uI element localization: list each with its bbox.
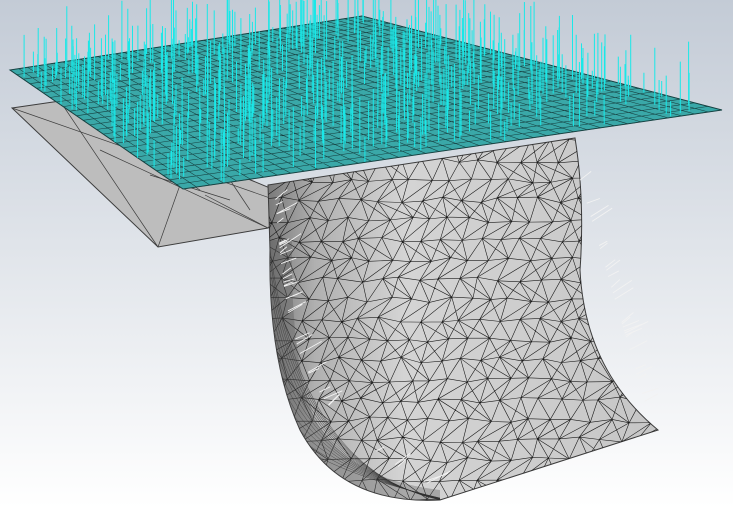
mesh-model-icon[interactable] [0, 0, 733, 508]
cad-viewport[interactable] [0, 0, 733, 508]
